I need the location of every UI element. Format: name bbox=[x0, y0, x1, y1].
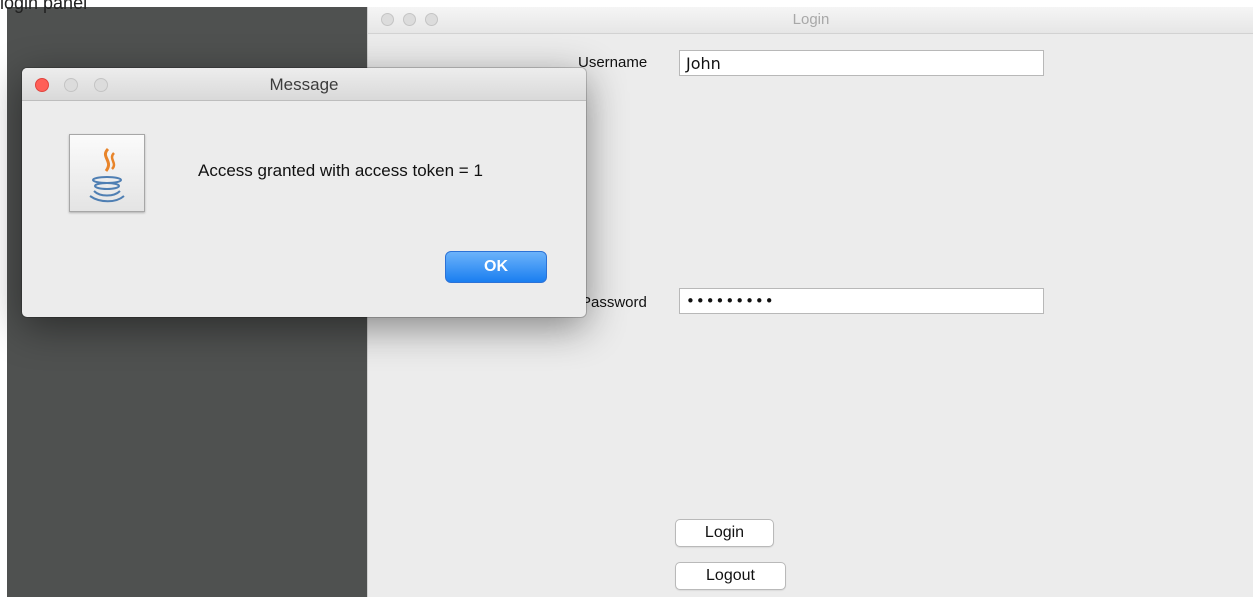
login-button[interactable]: Login bbox=[675, 519, 774, 547]
message-dialog: Message Access granted with access token… bbox=[22, 68, 586, 317]
java-icon bbox=[69, 134, 145, 212]
dialog-titlebar: Message bbox=[22, 68, 586, 101]
password-label: Password bbox=[581, 294, 647, 311]
login-titlebar: Login bbox=[368, 7, 1253, 34]
java-cup-icon bbox=[89, 147, 125, 203]
username-field[interactable]: John bbox=[679, 50, 1044, 76]
dialog-message: Access granted with access token = 1 bbox=[198, 161, 483, 180]
password-field[interactable]: ••••••••• bbox=[679, 288, 1044, 314]
ok-button[interactable]: OK bbox=[445, 251, 547, 283]
username-label: Username bbox=[578, 54, 648, 71]
caption-fragment: login panel bbox=[0, 0, 88, 13]
logout-button[interactable]: Logout bbox=[675, 562, 786, 590]
dialog-title: Message bbox=[269, 75, 339, 94]
window-title: Login bbox=[792, 11, 830, 28]
